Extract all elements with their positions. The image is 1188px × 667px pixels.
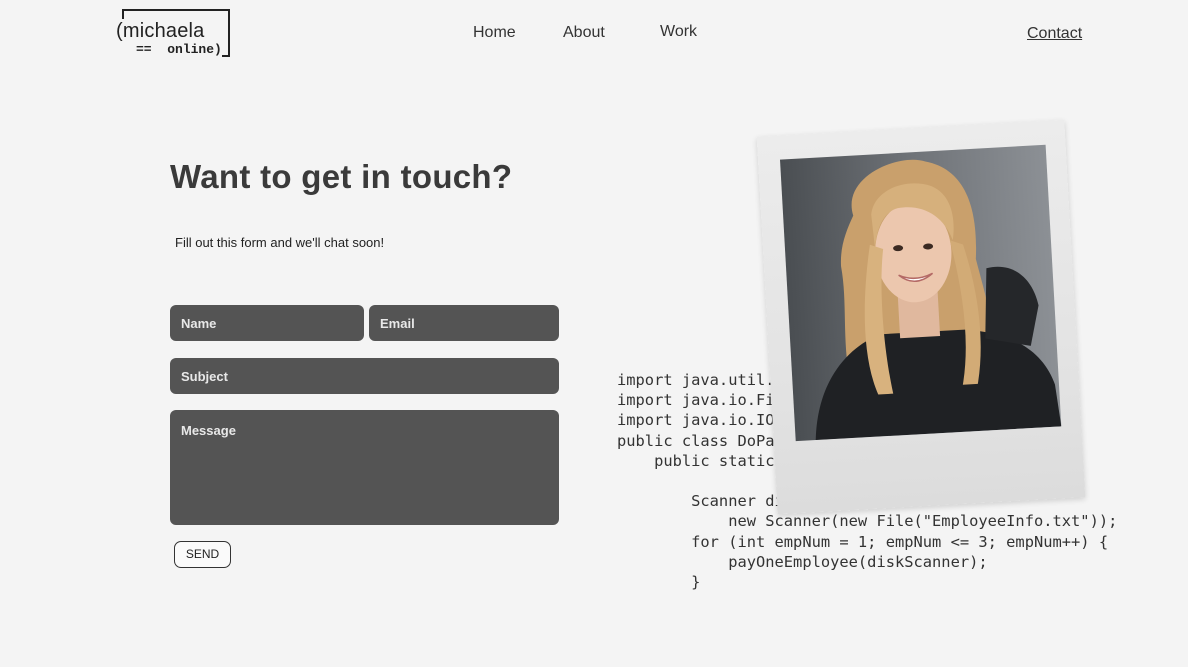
- logo-frame: [122, 9, 124, 19]
- logo-subtitle: == online): [136, 42, 222, 57]
- logo-frame: [228, 9, 230, 57]
- email-input[interactable]: Email: [369, 305, 559, 341]
- message-placeholder: Message: [181, 423, 236, 438]
- logo-frame: [222, 55, 230, 57]
- site-logo[interactable]: (michaela == online): [116, 9, 230, 57]
- page-subtitle: Fill out this form and we'll chat soon!: [175, 235, 385, 250]
- subject-placeholder: Subject: [181, 369, 228, 384]
- send-button[interactable]: SEND: [174, 541, 231, 568]
- logo-name: (michaela: [116, 20, 205, 42]
- nav-work-link[interactable]: Work: [660, 23, 697, 41]
- name-placeholder: Name: [181, 316, 217, 331]
- message-textarea[interactable]: Message: [170, 410, 559, 525]
- polaroid-frame: [756, 119, 1086, 515]
- email-placeholder: Email: [380, 316, 415, 331]
- page-title: Want to get in touch?: [170, 158, 513, 195]
- subject-input[interactable]: Subject: [170, 358, 559, 394]
- logo-frame: [122, 9, 230, 11]
- nav-home-link[interactable]: Home: [473, 24, 516, 42]
- portrait-photo: [779, 144, 1062, 442]
- name-input[interactable]: Name: [170, 305, 364, 341]
- nav-contact-link[interactable]: Contact: [1027, 25, 1082, 43]
- nav-about-link[interactable]: About: [563, 24, 605, 42]
- portrait-illustration: [815, 159, 1062, 441]
